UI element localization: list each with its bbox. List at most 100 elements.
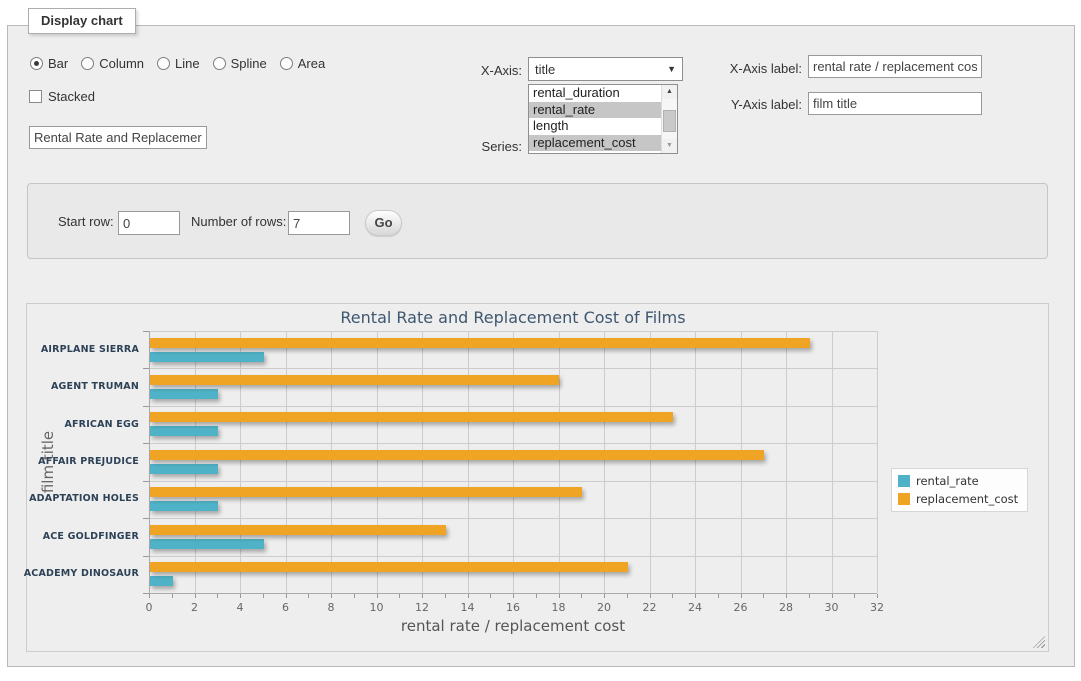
bar-rental_rate[interactable]	[150, 576, 173, 586]
gridline	[331, 331, 332, 593]
bar-rental_rate[interactable]	[150, 501, 218, 511]
bar-rental_rate[interactable]	[150, 389, 218, 399]
gridline	[377, 331, 378, 593]
gridline	[149, 556, 877, 557]
x-axis-select[interactable]: title ▼	[528, 57, 683, 81]
resize-handle-icon[interactable]	[1033, 636, 1045, 648]
x-tick-label: 10	[362, 601, 392, 614]
x-axis-select-value: title	[535, 62, 555, 77]
x-axis-tick	[581, 594, 582, 598]
scrollbar-thumb[interactable]	[663, 110, 676, 132]
radio-icon[interactable]	[213, 57, 226, 70]
bar-replacement_cost[interactable]	[150, 412, 673, 422]
x-axis-tick	[718, 594, 719, 598]
chevron-down-icon: ▼	[667, 64, 676, 74]
bar-rental_rate[interactable]	[150, 464, 218, 474]
stacked-checkbox[interactable]	[29, 90, 42, 103]
x-tick-label: 22	[635, 601, 665, 614]
x-axis-select-label: X-Axis:	[430, 63, 522, 78]
chart-type-label: Line	[175, 56, 200, 71]
scroll-up-icon[interactable]: ▲	[662, 85, 677, 99]
x-axis-tick	[445, 594, 446, 598]
bar-replacement_cost[interactable]	[150, 562, 628, 572]
bar-replacement_cost[interactable]	[150, 525, 446, 535]
category-label: AFFAIR PREJUDICE	[38, 456, 139, 467]
radio-icon[interactable]	[157, 57, 170, 70]
x-tick-label: 0	[134, 601, 164, 614]
category-label: AIRPLANE SIERRA	[41, 344, 139, 355]
stacked-label: Stacked	[48, 89, 95, 104]
chart-type-spline[interactable]: Spline	[213, 56, 267, 71]
x-tick-label: 16	[498, 601, 528, 614]
series-option-rental_duration[interactable]: rental_duration	[529, 85, 677, 102]
gridline	[695, 331, 696, 593]
scroll-down-icon[interactable]: ▼	[662, 139, 677, 153]
x-axis-tick	[513, 594, 514, 598]
stacked-option[interactable]: Stacked	[29, 89, 95, 104]
x-axis-tick	[422, 594, 423, 598]
chart-title-input[interactable]	[29, 126, 207, 149]
chart-container: Rental Rate and Replacement Cost of Film…	[26, 303, 1049, 652]
x-axis-tick	[741, 594, 742, 598]
gridline	[286, 331, 287, 593]
y-axis-label-input[interactable]	[808, 92, 982, 115]
bar-replacement_cost[interactable]	[150, 338, 810, 348]
x-axis-tick	[809, 594, 810, 598]
gridline	[422, 331, 423, 593]
legend-swatch-icon	[898, 493, 910, 505]
x-axis-tick	[149, 594, 150, 598]
x-axis-tick	[308, 594, 309, 598]
series-option-length[interactable]: length	[529, 118, 677, 135]
gridline	[741, 331, 742, 593]
row-range-panel: Start row: Number of rows: Go	[27, 183, 1048, 259]
x-axis-tick	[263, 594, 264, 598]
start-row-input[interactable]	[118, 211, 180, 235]
listbox-scrollbar[interactable]: ▲ ▼	[661, 85, 677, 153]
chart-type-column[interactable]: Column	[81, 56, 144, 71]
bar-rental_rate[interactable]	[150, 352, 264, 362]
bar-replacement_cost[interactable]	[150, 375, 559, 385]
radio-icon[interactable]	[30, 57, 43, 70]
x-axis-tick	[832, 594, 833, 598]
x-axis-tick	[854, 594, 855, 598]
gridline	[149, 331, 877, 332]
chart-type-area[interactable]: Area	[280, 56, 325, 71]
chart-type-bar[interactable]: Bar	[30, 56, 68, 71]
x-axis-tick	[468, 594, 469, 598]
bar-replacement_cost[interactable]	[150, 487, 582, 497]
bar-rental_rate[interactable]	[150, 539, 264, 549]
gridline	[604, 331, 605, 593]
bar-replacement_cost[interactable]	[150, 450, 764, 460]
radio-icon[interactable]	[280, 57, 293, 70]
x-axis-tick	[490, 594, 491, 598]
x-axis-label-input[interactable]	[808, 55, 982, 78]
gridline	[832, 331, 833, 593]
x-tick-label: 18	[544, 601, 574, 614]
category-label: AGENT TRUMAN	[51, 381, 139, 392]
x-axis-tick	[399, 594, 400, 598]
x-axis-tick	[763, 594, 764, 598]
legend-item-rental_rate[interactable]: rental_rate	[898, 474, 1018, 488]
chart-type-label: Spline	[231, 56, 267, 71]
x-axis-label-label: X-Axis label:	[706, 61, 802, 76]
series-option-replacement_cost[interactable]: replacement_cost	[529, 135, 677, 152]
radio-icon[interactable]	[81, 57, 94, 70]
go-button[interactable]: Go	[365, 210, 402, 236]
bar-rental_rate[interactable]	[150, 426, 218, 436]
x-axis-tick	[286, 594, 287, 598]
y-axis-line	[149, 331, 150, 594]
chart-type-line[interactable]: Line	[157, 56, 200, 71]
x-axis-tick	[786, 594, 787, 598]
number-of-rows-label: Number of rows:	[191, 214, 286, 229]
series-select-label: Series:	[430, 139, 522, 154]
gridline	[149, 481, 877, 482]
x-tick-label: 12	[407, 601, 437, 614]
x-axis-tick	[650, 594, 651, 598]
series-listbox[interactable]: rental_durationrental_ratelengthreplacem…	[528, 84, 678, 154]
x-tick-label: 24	[680, 601, 710, 614]
series-option-rental_rate[interactable]: rental_rate	[529, 102, 677, 119]
legend-item-replacement_cost[interactable]: replacement_cost	[898, 492, 1018, 506]
x-tick-label: 2	[180, 601, 210, 614]
number-of-rows-input[interactable]	[288, 211, 350, 235]
x-tick-label: 32	[862, 601, 892, 614]
